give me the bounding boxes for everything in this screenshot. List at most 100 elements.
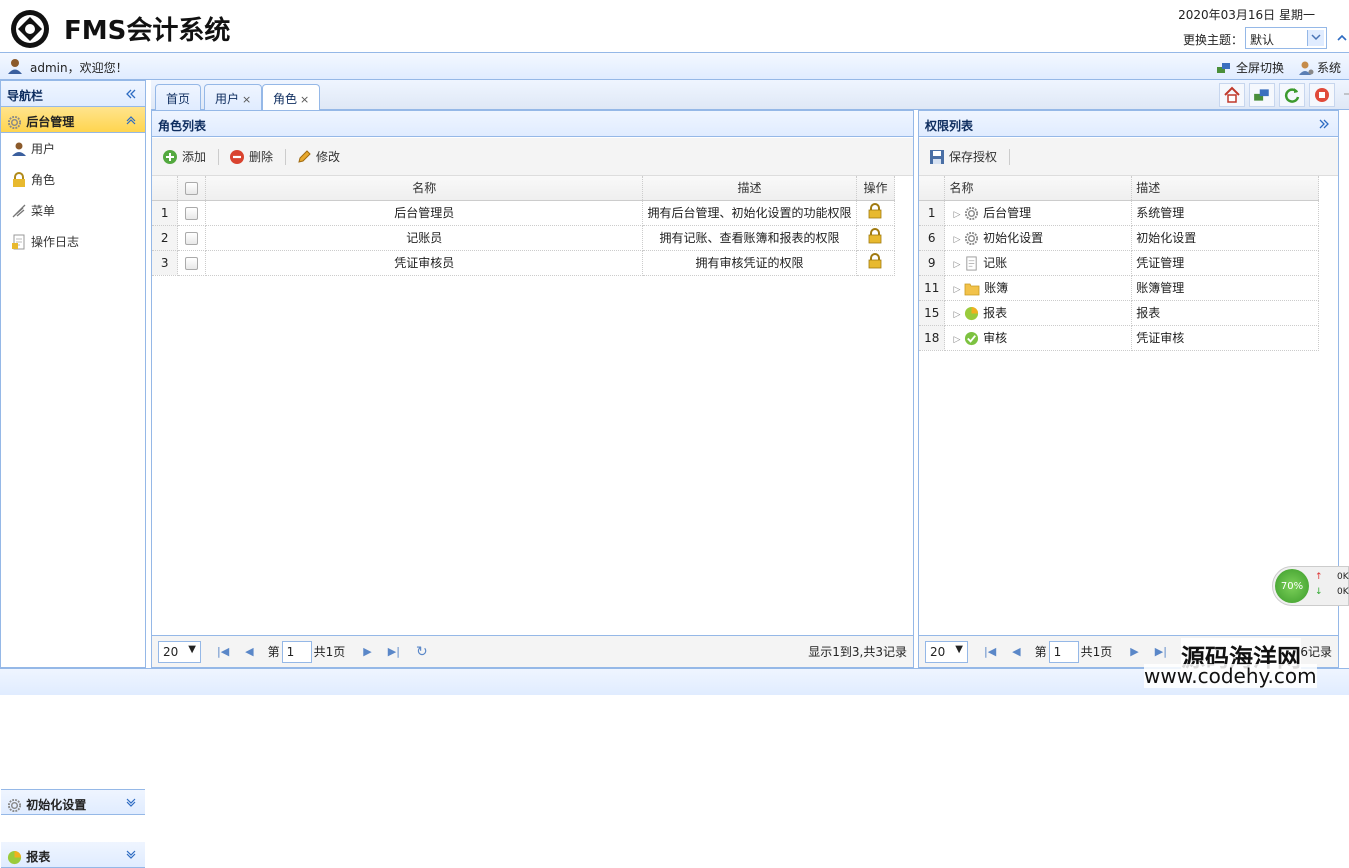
last-page-icon[interactable]: ▶| [1155,645,1167,658]
table-header-row: 名称 描述 操作 [152,176,896,201]
table-row[interactable]: 11 ▷ 账簿 账簿管理 [919,275,1319,301]
home-icon [1224,86,1240,103]
close-icon[interactable]: × [242,93,251,106]
permission-toolbar: 保存授权 [919,138,1338,176]
perm-name: 账簿 [984,281,1009,295]
add-label: 添加 [182,150,207,164]
add-button[interactable]: 添加 [162,148,206,165]
lock-icon[interactable] [868,228,882,244]
tab-user[interactable]: 用户 × [204,84,263,110]
table-row[interactable]: 1 后台管理员 拥有后台管理、初始化设置的功能权限 [152,200,896,226]
page-size-select[interactable]: 20 ▼ [925,640,968,663]
sidebar-item-menu[interactable]: 菜单 [1,195,145,226]
page-size-value: 20 [930,644,946,659]
table-row[interactable]: 3 凭证审核员 拥有审核凭证的权限 [152,250,896,276]
desc-header[interactable]: 描述 [642,176,857,201]
name-header[interactable]: 名称 [205,176,644,201]
expand-icon[interactable]: ▷ [953,260,960,270]
sidebar-item-log[interactable]: 操作日志 [1,226,145,257]
dropdown-arrow-icon: ▼ [188,643,196,655]
desc-header[interactable]: 描述 [1131,176,1319,201]
close-all-button[interactable] [1309,83,1335,107]
total-pages: 共1页 [313,645,346,659]
folder-icon [964,283,980,295]
permission-list-title: 权限列表 [925,119,974,133]
expand-icon[interactable]: ▷ [953,285,960,295]
delete-button[interactable]: 删除 [229,148,273,165]
pager-info: 6记录 [1300,645,1332,659]
select-all-checkbox[interactable] [185,181,199,195]
expand-icon[interactable]: ▷ [953,335,960,345]
expand-icon[interactable]: ▷ [953,235,960,245]
row-number: 1 [152,200,179,226]
close-icon[interactable]: × [300,93,309,106]
expand-icon[interactable]: ▷ [953,210,960,220]
rownum-header [152,176,179,201]
collapse-left-icon[interactable] [125,89,137,99]
role-name: 凭证审核员 [205,250,644,276]
prev-page-icon[interactable]: ◀ [1012,645,1020,658]
nav-section-report[interactable]: 报表 [1,842,145,868]
stop-icon [1315,88,1329,102]
page-input[interactable]: 1 [1048,640,1079,663]
system-button[interactable]: 系统 [1298,59,1341,76]
sidebar-item-label: 用户 [31,142,56,156]
expand-icon[interactable]: ▷ [953,310,960,320]
nav-section-label: 初始化设置 [26,798,87,812]
pager-info: 显示1到3,共3记录 [808,645,907,659]
next-page-icon[interactable]: ▶ [363,645,371,658]
lock-icon[interactable] [868,253,882,269]
table-row[interactable]: 2 记账员 拥有记账、查看账簿和报表的权限 [152,225,896,251]
page-size-select[interactable]: 20 ▼ [158,640,201,663]
row-number: 18 [919,325,946,351]
page-prefix: 第 [1034,645,1047,659]
refresh-button[interactable] [1279,83,1305,107]
edit-button[interactable]: 修改 [296,148,340,165]
divider [218,148,220,165]
refresh-icon[interactable]: ↻ [416,644,428,660]
perm-name: 记账 [983,256,1008,270]
perm-name-cell: ▷ 账簿 [944,275,1133,301]
collapse-header-icon[interactable] [1337,33,1347,43]
fullscreen-button[interactable]: 全屏切换 [1216,59,1284,76]
tab-role[interactable]: 角色 × [262,84,321,111]
save-auth-button[interactable]: 保存授权 [929,148,997,165]
next-page-icon[interactable]: ▶ [1130,645,1138,658]
theme-select[interactable]: 默认 [1245,27,1327,49]
user-icon [8,59,22,74]
table-row[interactable]: 18 ▷ 审核 凭证审核 [919,325,1319,351]
theme-label: 更换主题： [1183,33,1244,47]
last-page-icon[interactable]: ▶| [388,645,400,658]
row-checkbox[interactable] [185,256,199,270]
table-row[interactable]: 9 ▷ 记账 凭证管理 [919,250,1319,276]
prev-page-icon[interactable]: ◀ [245,645,253,658]
fullscreen-tab-button[interactable] [1249,83,1275,107]
sidebar-item-user[interactable]: 用户 [1,133,145,164]
name-header[interactable]: 名称 [944,176,1133,201]
pencil-icon [298,149,311,163]
divider [285,148,287,165]
upload-speed: 0K [1337,572,1349,582]
row-checkbox[interactable] [185,231,199,245]
system-label: 系统 [1317,61,1342,75]
table-row[interactable]: 6 ▷ 初始化设置 初始化设置 [919,225,1319,251]
nav-section-init[interactable]: 初始化设置 [1,789,145,815]
lock-icon[interactable] [868,203,882,219]
home-button[interactable] [1219,83,1245,107]
role-list-title: 角色列表 [158,119,207,133]
nav-section-admin[interactable]: 后台管理 [1,107,145,133]
first-page-icon[interactable]: |◀ [217,645,229,658]
scroll-right-icon[interactable] [1343,88,1349,100]
page-input[interactable]: 1 [281,640,312,663]
first-page-icon[interactable]: |◀ [984,645,996,658]
role-name: 记账员 [205,225,644,251]
row-check-cell [177,225,207,251]
table-row[interactable]: 1 ▷ 后台管理 系统管理 [919,200,1319,226]
row-checkbox[interactable] [185,206,199,220]
tab-home[interactable]: 首页 [155,84,202,110]
table-row[interactable]: 15 ▷ 报表 报表 [919,300,1319,326]
sidebar-item-role[interactable]: 角色 [1,164,145,195]
fullscreen-icon [1254,89,1269,101]
perm-desc: 系统管理 [1131,200,1319,226]
collapse-right-icon[interactable] [1318,119,1330,129]
